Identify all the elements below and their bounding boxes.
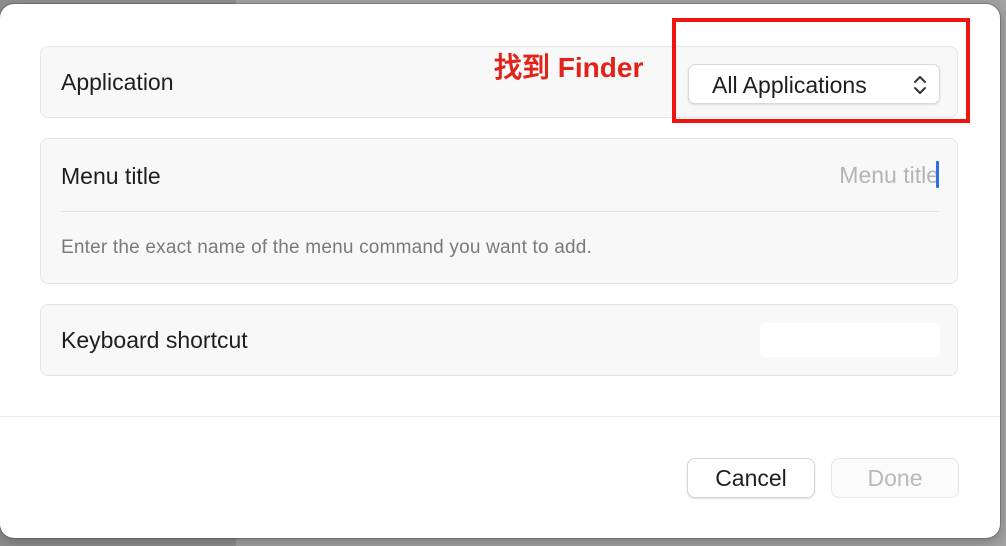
menu-title-help-text: Enter the exact name of the menu command… <box>61 237 593 258</box>
keyboard-shortcut-label: Keyboard shortcut <box>61 327 248 353</box>
menu-title-group: Menu title Enter the exact name of the m… <box>40 138 958 284</box>
application-label: Application <box>61 69 174 95</box>
text-caret <box>936 161 939 188</box>
keyboard-shortcut-group: Keyboard shortcut <box>40 304 958 376</box>
divider <box>61 211 939 212</box>
done-button[interactable]: Done <box>831 458 959 498</box>
footer-divider <box>0 416 1000 417</box>
add-shortcut-sheet: Application All Applications Menu title … <box>0 4 1000 538</box>
menu-title-label: Menu title <box>61 163 161 189</box>
cancel-button[interactable]: Cancel <box>687 458 815 498</box>
keyboard-shortcut-recorder[interactable] <box>760 323 940 357</box>
annotation-text: 找到 Finder <box>494 52 644 83</box>
annotation-highlight-box <box>672 18 970 123</box>
menu-title-input[interactable] <box>579 155 939 195</box>
